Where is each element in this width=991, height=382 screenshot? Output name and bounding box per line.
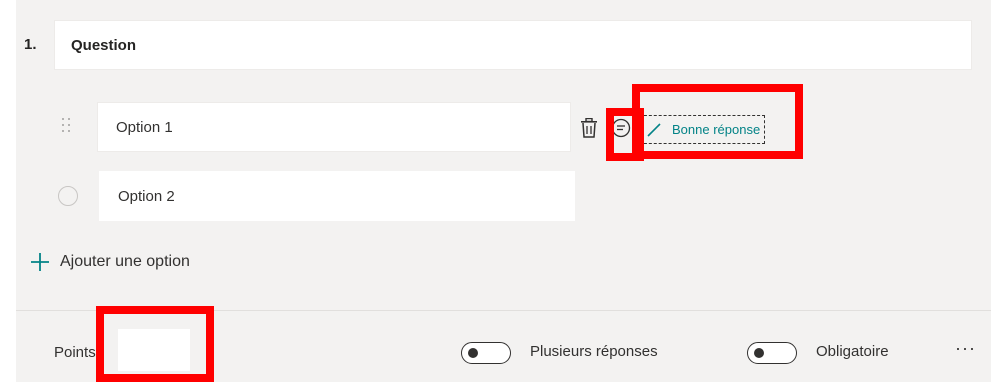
option-2-label: Option 2 xyxy=(118,187,175,205)
question-number: 1. xyxy=(24,36,37,53)
required-toggle[interactable] xyxy=(747,342,797,364)
drag-handle-icon[interactable] xyxy=(62,118,74,138)
highlight-correct-answer-box xyxy=(632,84,803,159)
multiple-answers-toggle[interactable] xyxy=(461,342,511,364)
required-label: Obligatoire xyxy=(816,343,889,360)
add-option-label: Ajouter une option xyxy=(60,253,190,270)
more-options-button[interactable]: ··· xyxy=(955,338,976,359)
option-1-field[interactable]: Option 1 xyxy=(97,102,571,152)
trash-icon[interactable] xyxy=(580,117,598,143)
add-option-button[interactable]: Ajouter une option xyxy=(30,252,190,272)
highlight-points-box xyxy=(96,306,214,382)
option-1-label: Option 1 xyxy=(116,118,173,136)
multiple-answers-label: Plusieurs réponses xyxy=(530,343,658,360)
plus-icon xyxy=(31,253,49,271)
question-title-field[interactable]: Question xyxy=(54,20,972,70)
option-2-field[interactable]: Option 2 xyxy=(99,171,575,221)
option-2-radio[interactable] xyxy=(58,186,78,206)
points-label: Points xyxy=(54,344,96,361)
